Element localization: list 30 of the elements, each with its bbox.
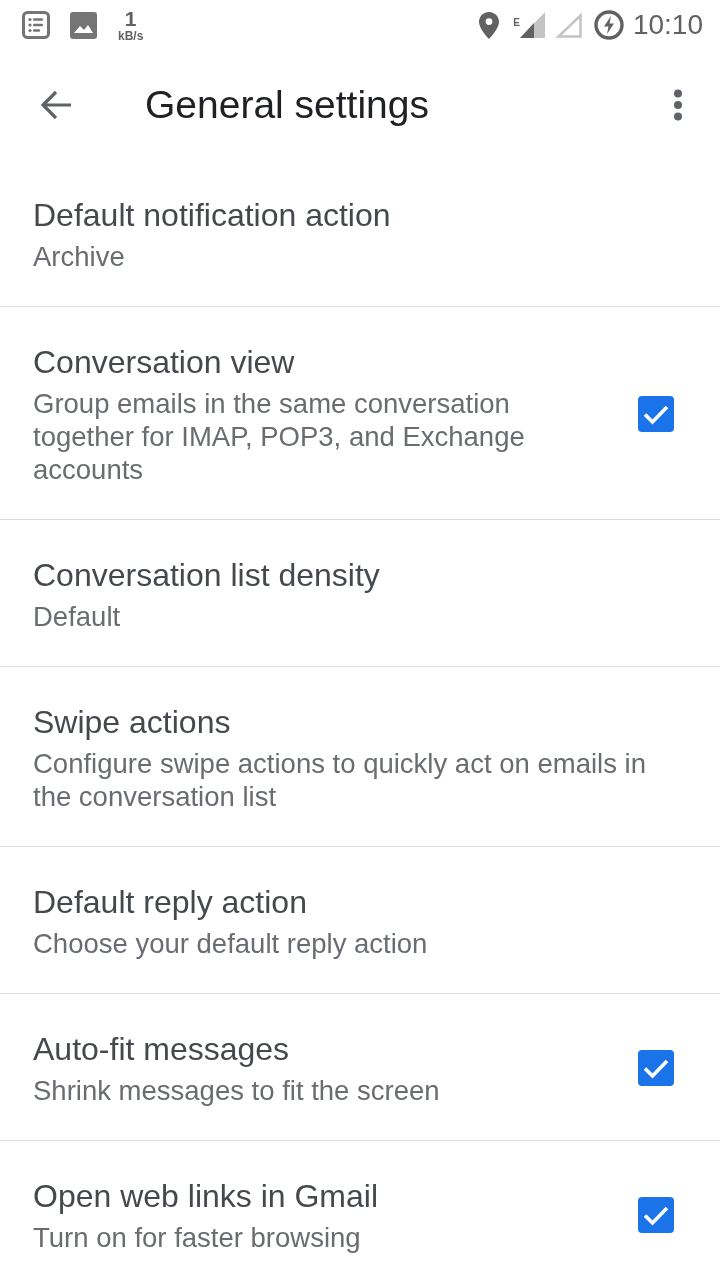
setting-description: Configure swipe actions to quickly act on emails in the conversation list — [33, 747, 647, 813]
list-icon — [22, 11, 50, 39]
network-type-label: E — [513, 17, 520, 28]
setting-title[interactable]: Conversation view — [33, 341, 610, 383]
location-pin-icon — [479, 11, 500, 39]
checkbox[interactable] — [638, 1049, 674, 1086]
signal-icon — [519, 12, 545, 38]
setting-title[interactable]: Swipe actions — [33, 701, 674, 743]
back-arrow-icon[interactable] — [40, 90, 72, 120]
setting-description: Choose your default reply action — [33, 927, 429, 960]
setting-title[interactable]: Auto-fit messages — [33, 1028, 610, 1070]
checkbox[interactable] — [638, 395, 674, 432]
clock-time: 10:10 — [632, 9, 703, 41]
checkbox[interactable] — [638, 1196, 674, 1233]
setting-description: Shrink messages to fit the screen — [33, 1074, 441, 1107]
setting-title[interactable]: Open web links in Gmail — [33, 1175, 610, 1217]
setting-description: Group emails in the same conversation together for IMAP, POP3, and Exchange accounts — [33, 387, 526, 486]
empty-signal-icon — [554, 12, 582, 38]
setting-description: Turn on for faster browsing — [33, 1221, 362, 1254]
setting-title[interactable]: Conversation list density — [33, 554, 674, 596]
image-icon — [70, 11, 97, 39]
net-speed-unit: kB/s — [118, 29, 144, 43]
more-options-icon[interactable] — [673, 89, 683, 121]
net-speed-value: 1 — [124, 9, 137, 29]
page-title: General settings — [145, 82, 429, 128]
setting-description: Default — [33, 600, 122, 633]
setting-title[interactable]: Default notification action — [33, 194, 674, 236]
setting-title[interactable]: Default reply action — [33, 881, 674, 923]
bolt-circle-icon — [593, 10, 624, 40]
setting-description: Archive — [33, 240, 126, 273]
